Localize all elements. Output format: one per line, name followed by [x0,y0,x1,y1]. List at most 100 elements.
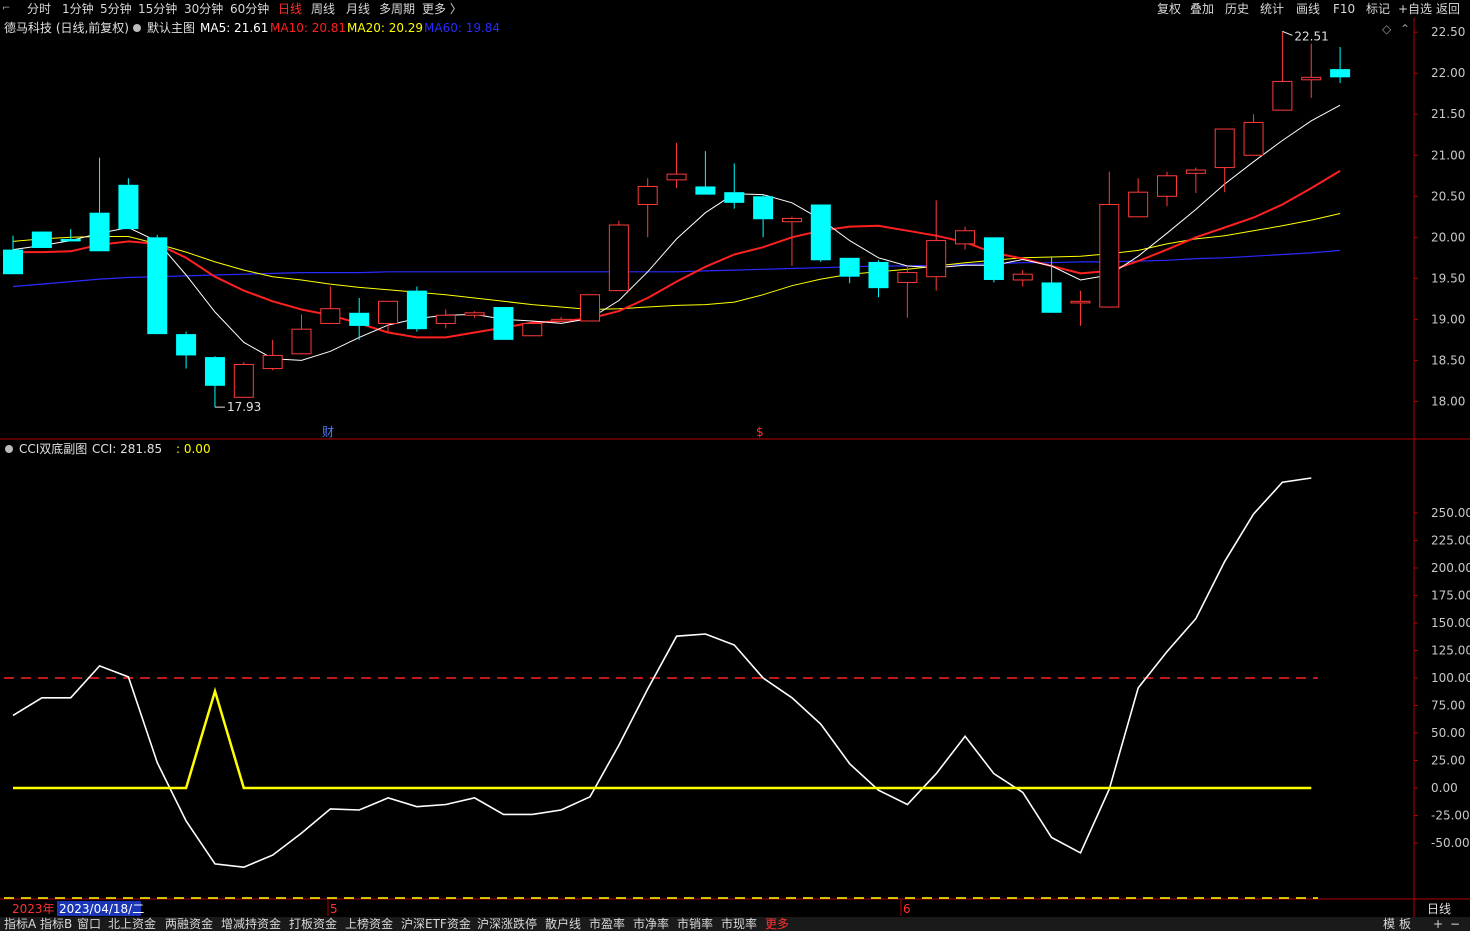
candlestick[interactable] [551,316,572,322]
toolbar-button[interactable]: 历史 [1225,1,1249,17]
period-tab[interactable]: 60分钟 [230,1,269,17]
candlestick[interactable] [781,216,802,267]
period-tab[interactable]: 30分钟 [184,1,223,17]
candlestick[interactable] [637,178,658,238]
candlestick[interactable] [291,314,312,355]
indicator-tab[interactable]: 上榜资金 [345,917,393,931]
candlestick[interactable] [1301,43,1322,98]
candlestick[interactable] [1272,31,1293,111]
panel-control-button[interactable]: + [1433,917,1443,931]
cci-tick-label: 250.00 [1431,506,1470,520]
diamond-icon[interactable]: ◇ [1382,22,1392,36]
indicator-name[interactable]: CCI双底副图 [19,441,87,456]
candlestick[interactable] [493,307,514,340]
price-tick-label: 18.00 [1431,394,1465,408]
candlestick[interactable] [1214,128,1235,193]
candlestick[interactable] [262,339,283,371]
candlestick[interactable] [1330,46,1351,84]
collapse-icon[interactable]: ⌃ [1400,22,1410,36]
finance-event-icon[interactable]: 财 [322,425,334,439]
period-tab[interactable]: 周线 [311,1,335,17]
candlestick[interactable] [955,226,976,250]
indicator-tab[interactable]: 更多 [765,917,789,931]
candlestick[interactable] [378,300,399,332]
candlestick[interactable] [839,257,860,284]
candlestick[interactable] [608,220,629,292]
indicator-tab[interactable]: 窗口 [77,917,101,931]
indicator-tab[interactable]: 市净率 [633,917,669,931]
indicator-tab[interactable]: 散户线 [545,917,581,931]
candlestick[interactable] [1185,167,1206,194]
indicator-tab[interactable]: 增减持资金 [221,917,281,931]
candlestick[interactable] [349,298,370,340]
candlestick[interactable] [147,234,168,335]
main-template-label[interactable]: 默认主图 [147,20,195,35]
indicator-tab[interactable]: 两融资金 [165,917,213,931]
indicator-tab[interactable]: 北上资金 [108,917,156,931]
toolbar-button[interactable]: +自选 [1398,1,1432,17]
period-tab[interactable]: 多周期 [379,1,415,17]
period-tab[interactable]: 日线 [278,1,302,17]
indicator-tab[interactable]: 沪深涨跌停 [477,917,537,931]
candlestick[interactable] [464,311,485,318]
candlestick[interactable] [31,231,52,248]
toolbar-button[interactable]: 复权 [1157,1,1181,17]
period-tab[interactable]: 15分钟 [138,1,177,17]
candlestick[interactable] [695,151,716,195]
candlestick[interactable] [1128,178,1149,218]
candlestick[interactable] [1012,270,1033,287]
toolbar-button[interactable]: 统计 [1260,1,1284,17]
candlestick[interactable] [204,356,225,408]
candlestick[interactable] [1157,171,1177,207]
candlestick[interactable] [810,204,831,262]
panel-control-button[interactable]: − [1450,917,1460,931]
indicator-tab[interactable]: 市现率 [721,917,757,931]
template-dropdown-icon[interactable] [133,24,141,32]
candlestick[interactable] [60,229,81,242]
panel-control-button[interactable]: 模 [1383,917,1395,931]
chart-area[interactable]: 22.50 22.00 21.50 21.00 20.50 20.00 19.50 19.00… [0,18,1470,917]
toolbar-button[interactable]: F10 [1333,1,1355,17]
toolbar-button[interactable]: 返回 [1436,1,1460,17]
candlestick[interactable] [1070,290,1091,326]
period-tab[interactable]: 月线 [346,1,370,17]
period-tab[interactable]: 更多 〉 [422,1,462,17]
toolbar-button[interactable]: 标记 [1366,1,1390,17]
candlestick[interactable] [753,194,774,238]
candlestick[interactable] [926,200,947,291]
indicator-tab[interactable]: 沪深ETF资金 [401,917,471,931]
period-tab[interactable]: 5分钟 [100,1,132,17]
indicator-dropdown-icon[interactable] [5,445,13,453]
period-tab[interactable]: 1分钟 [62,1,94,17]
dividend-event-icon[interactable]: $ [756,425,764,439]
candlestick[interactable] [983,237,1004,283]
toolbar-button[interactable]: 画线 [1296,1,1320,17]
candlestick[interactable] [233,362,254,398]
candlestick[interactable] [3,235,23,275]
indicator-tab[interactable]: 市盈率 [589,917,625,931]
indicator-tab[interactable]: 指标B [40,917,72,931]
toolbar-button[interactable]: 叠加 [1190,1,1214,17]
candlestick[interactable] [1099,171,1120,308]
menu-icon[interactable]: ⌐ [2,2,16,16]
panel-control-button[interactable]: 板 [1399,917,1411,931]
candlestick[interactable] [1243,114,1264,156]
candlestick[interactable] [724,163,745,209]
candlestick[interactable] [118,178,139,230]
indicator-tab[interactable]: 市销率 [677,917,713,931]
indicator-tab[interactable]: 指标A [4,917,36,931]
candlestick[interactable] [666,142,687,189]
candlestick[interactable] [522,322,543,337]
candlestick[interactable] [89,157,110,252]
indicator-tab[interactable]: 打板资金 [289,917,337,931]
candlestick[interactable] [176,331,197,369]
period-tab[interactable]: 分时 [27,1,51,17]
candlestick[interactable] [580,294,600,322]
candlestick[interactable] [897,266,918,318]
candlestick[interactable] [868,260,889,298]
candlestick[interactable] [406,286,427,332]
cci-tick-label: 25.00 [1431,754,1465,768]
candlestick[interactable] [320,286,341,324]
candlestick[interactable] [435,309,456,329]
cci-tick-label: -50.00 [1431,836,1470,850]
